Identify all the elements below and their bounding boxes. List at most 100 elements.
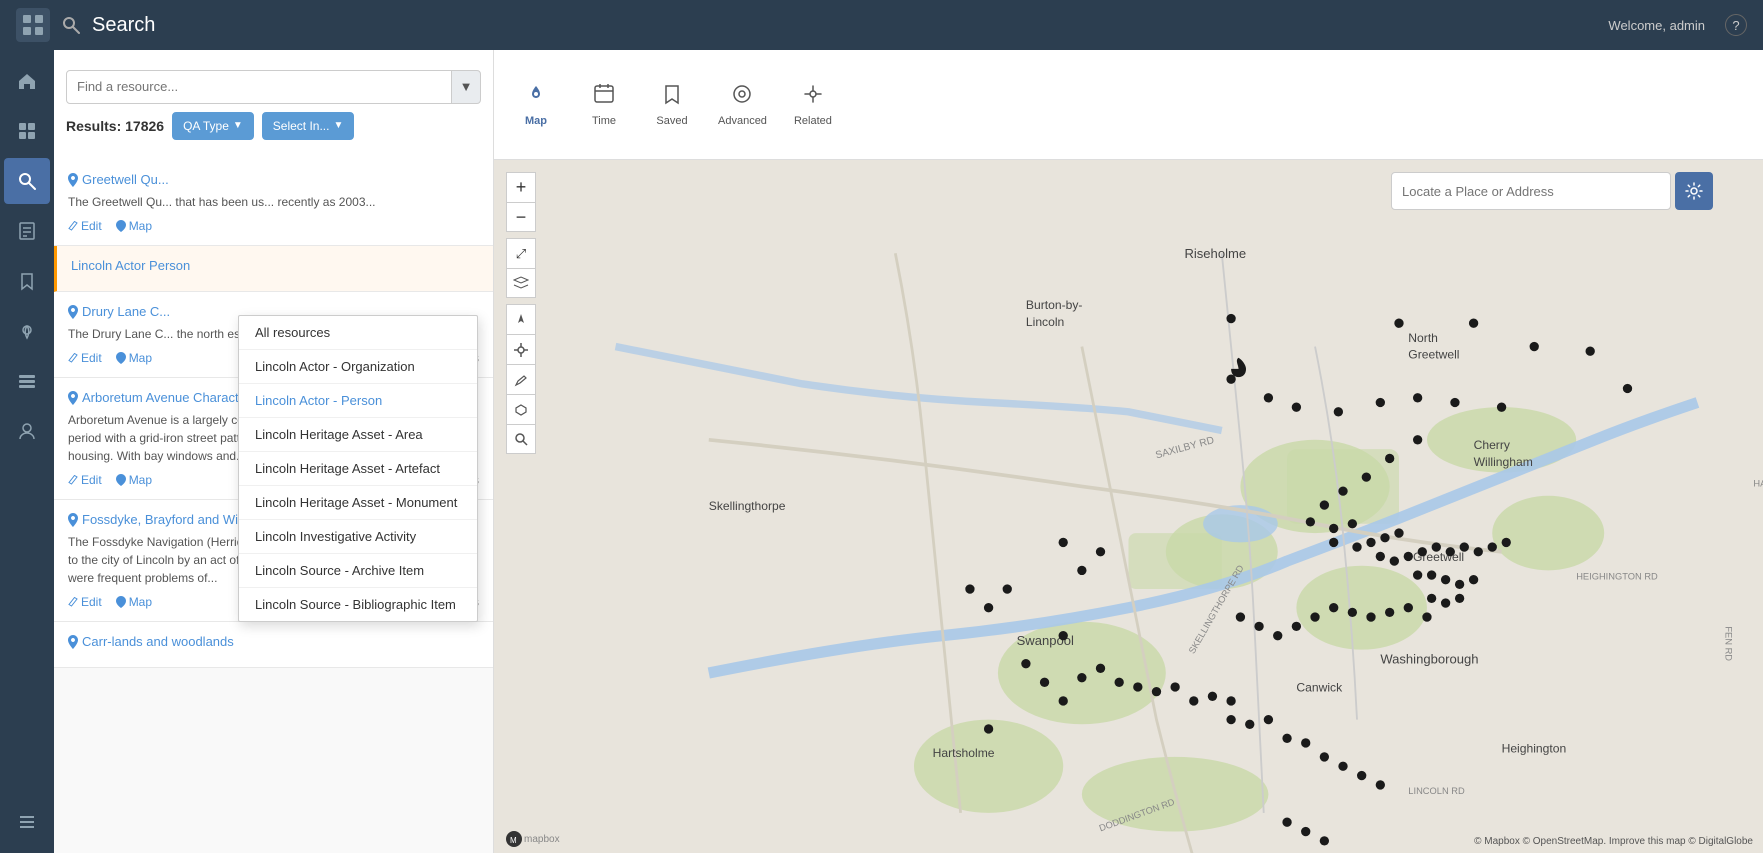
- view-controls: ⤢: [506, 238, 536, 298]
- edit-icon-4: [68, 475, 78, 485]
- top-bar-left: Search: [16, 8, 155, 42]
- map-action-4[interactable]: Map: [116, 473, 152, 487]
- results-list: All resources Lincoln Actor - Organizati…: [54, 160, 494, 853]
- advanced-tab-icon: [731, 83, 753, 111]
- tab-map[interactable]: Map: [514, 83, 558, 127]
- sidebar-item-reports[interactable]: [4, 208, 50, 254]
- related-tab-icon: [802, 83, 824, 111]
- qa-type-arrow: ▼: [233, 120, 243, 131]
- map-pin-icon-4: [116, 474, 126, 486]
- svg-text:Hartsholme: Hartsholme: [933, 746, 995, 760]
- polygon-button[interactable]: [506, 394, 536, 424]
- toolbar: ▼ Results: 17826 QA Type ▼ Select In... …: [54, 50, 1763, 160]
- svg-text:LINCOLN RD: LINCOLN RD: [1408, 786, 1465, 796]
- result-title-2[interactable]: Lincoln Actor Person: [71, 258, 479, 273]
- result-title-1[interactable]: Greetwell Qu...: [68, 172, 479, 187]
- tab-saved[interactable]: Saved: [650, 83, 694, 127]
- tab-related-label: Related: [794, 115, 832, 127]
- edit-action-5[interactable]: Edit: [68, 595, 102, 609]
- edit-action-3[interactable]: Edit: [68, 351, 102, 365]
- svg-text:HEIGHINGTON RD: HEIGHINGTON RD: [1576, 572, 1658, 582]
- help-button[interactable]: ?: [1725, 14, 1747, 36]
- svg-text:M: M: [510, 836, 517, 845]
- layers-button[interactable]: [506, 268, 536, 298]
- north-button[interactable]: [506, 304, 536, 334]
- map-svg: SAXILBY RD SKELLINGTHORPE RD HEIGHINGTON…: [494, 160, 1763, 853]
- top-bar-right: Welcome, admin ?: [1608, 14, 1747, 36]
- map-action-1[interactable]: Map: [116, 219, 152, 233]
- search-dropdown-button[interactable]: ▼: [451, 70, 481, 104]
- location-icon-3: [68, 305, 78, 319]
- dropdown-item-actor-person[interactable]: Lincoln Actor - Person: [239, 384, 477, 418]
- sidebar-item-search[interactable]: [4, 158, 50, 204]
- sidebar-item-saved[interactable]: [4, 258, 50, 304]
- location-icon-5: [68, 513, 78, 527]
- map-area[interactable]: SAXILBY RD SKELLINGTHORPE RD HEIGHINGTON…: [494, 160, 1763, 853]
- dropdown-item-source-archive[interactable]: Lincoln Source - Archive Item: [239, 554, 477, 588]
- map-pin-icon-3: [116, 352, 126, 364]
- dropdown-item-actor-org[interactable]: Lincoln Actor - Organization: [239, 350, 477, 384]
- dropdown-item-investigative[interactable]: Lincoln Investigative Activity: [239, 520, 477, 554]
- time-tab-icon: [593, 83, 615, 111]
- dropdown-item-heritage-artefact[interactable]: Lincoln Heritage Asset - Artefact: [239, 452, 477, 486]
- dropdown-item-all[interactable]: All resources: [239, 316, 477, 350]
- dropdown-item-source-biblio[interactable]: Lincoln Source - Bibliographic Item: [239, 588, 477, 621]
- sidebar-item-map[interactable]: [4, 308, 50, 354]
- tab-related[interactable]: Related: [791, 83, 835, 127]
- locate-input[interactable]: [1391, 172, 1671, 210]
- location-icon-4: [68, 391, 78, 405]
- dropdown-item-heritage-monument[interactable]: Lincoln Heritage Asset - Monument: [239, 486, 477, 520]
- edit-action-1[interactable]: Edit: [68, 219, 102, 233]
- result-item-6: Carr-lands and woodlands: [54, 622, 493, 668]
- navigate-controls: [506, 304, 536, 454]
- sidebar-item-dashboard[interactable]: [4, 108, 50, 154]
- app-logo[interactable]: [16, 8, 50, 42]
- tab-advanced[interactable]: Advanced: [718, 83, 767, 127]
- tab-map-label: Map: [525, 115, 547, 127]
- search-icon-topbar: [62, 16, 80, 34]
- mapbox-logo: M mapbox: [506, 831, 560, 847]
- map-pin-icon-1: [116, 220, 126, 232]
- sidebar-item-menu[interactable]: [4, 799, 50, 845]
- zoom-out-button[interactable]: −: [506, 202, 536, 232]
- zoom-in-button[interactable]: +: [506, 172, 536, 202]
- sidebar-item-user[interactable]: [4, 408, 50, 454]
- qa-type-filter[interactable]: QA Type ▼: [172, 112, 254, 140]
- search-input[interactable]: [66, 70, 452, 104]
- locate-me-button[interactable]: [506, 334, 536, 364]
- edit-action-4[interactable]: Edit: [68, 473, 102, 487]
- svg-text:HAWTHORN RD: HAWTHORN RD: [1753, 478, 1763, 488]
- result-title-6[interactable]: Carr-lands and woodlands: [68, 634, 479, 649]
- map-controls: + − ⤢: [506, 172, 536, 460]
- tab-advanced-label: Advanced: [718, 115, 767, 127]
- fullscreen-button[interactable]: ⤢: [506, 238, 536, 268]
- tab-time[interactable]: Time: [582, 83, 626, 127]
- select-in-filter[interactable]: Select In... ▼: [262, 112, 355, 140]
- edit-icon-1: [68, 221, 78, 231]
- sidebar-item-home[interactable]: [4, 58, 50, 104]
- svg-text:Greetwell: Greetwell: [1408, 348, 1459, 362]
- result-item-2: Lincoln Actor Person: [54, 246, 493, 292]
- top-bar: Search Welcome, admin ?: [0, 0, 1763, 50]
- svg-text:Willingham: Willingham: [1474, 455, 1533, 469]
- draw-button[interactable]: [506, 364, 536, 394]
- left-sidebar: [0, 50, 54, 853]
- mapbox-logo-icon: M: [506, 831, 522, 847]
- settings-icon: [1685, 182, 1703, 200]
- type-dropdown: All resources Lincoln Actor - Organizati…: [238, 315, 478, 622]
- map-tab-icon: [525, 83, 547, 111]
- dropdown-item-heritage-area[interactable]: Lincoln Heritage Asset - Area: [239, 418, 477, 452]
- map-pin-icon-5: [116, 596, 126, 608]
- sidebar-item-data[interactable]: [4, 358, 50, 404]
- select-in-label: Select In...: [273, 119, 330, 133]
- map-attribution: © Mapbox © OpenStreetMap. Improve this m…: [1474, 836, 1753, 847]
- svg-text:North: North: [1408, 331, 1438, 345]
- map-action-3[interactable]: Map: [116, 351, 152, 365]
- svg-text:Washingborough: Washingborough: [1380, 652, 1478, 667]
- results-row: Results: 17826 QA Type ▼ Select In... ▼: [66, 112, 481, 140]
- locate-settings-button[interactable]: [1675, 172, 1713, 210]
- location-icon-6: [68, 635, 78, 649]
- svg-text:Heighington: Heighington: [1502, 741, 1567, 755]
- map-action-5[interactable]: Map: [116, 595, 152, 609]
- search-area-button[interactable]: [506, 424, 536, 454]
